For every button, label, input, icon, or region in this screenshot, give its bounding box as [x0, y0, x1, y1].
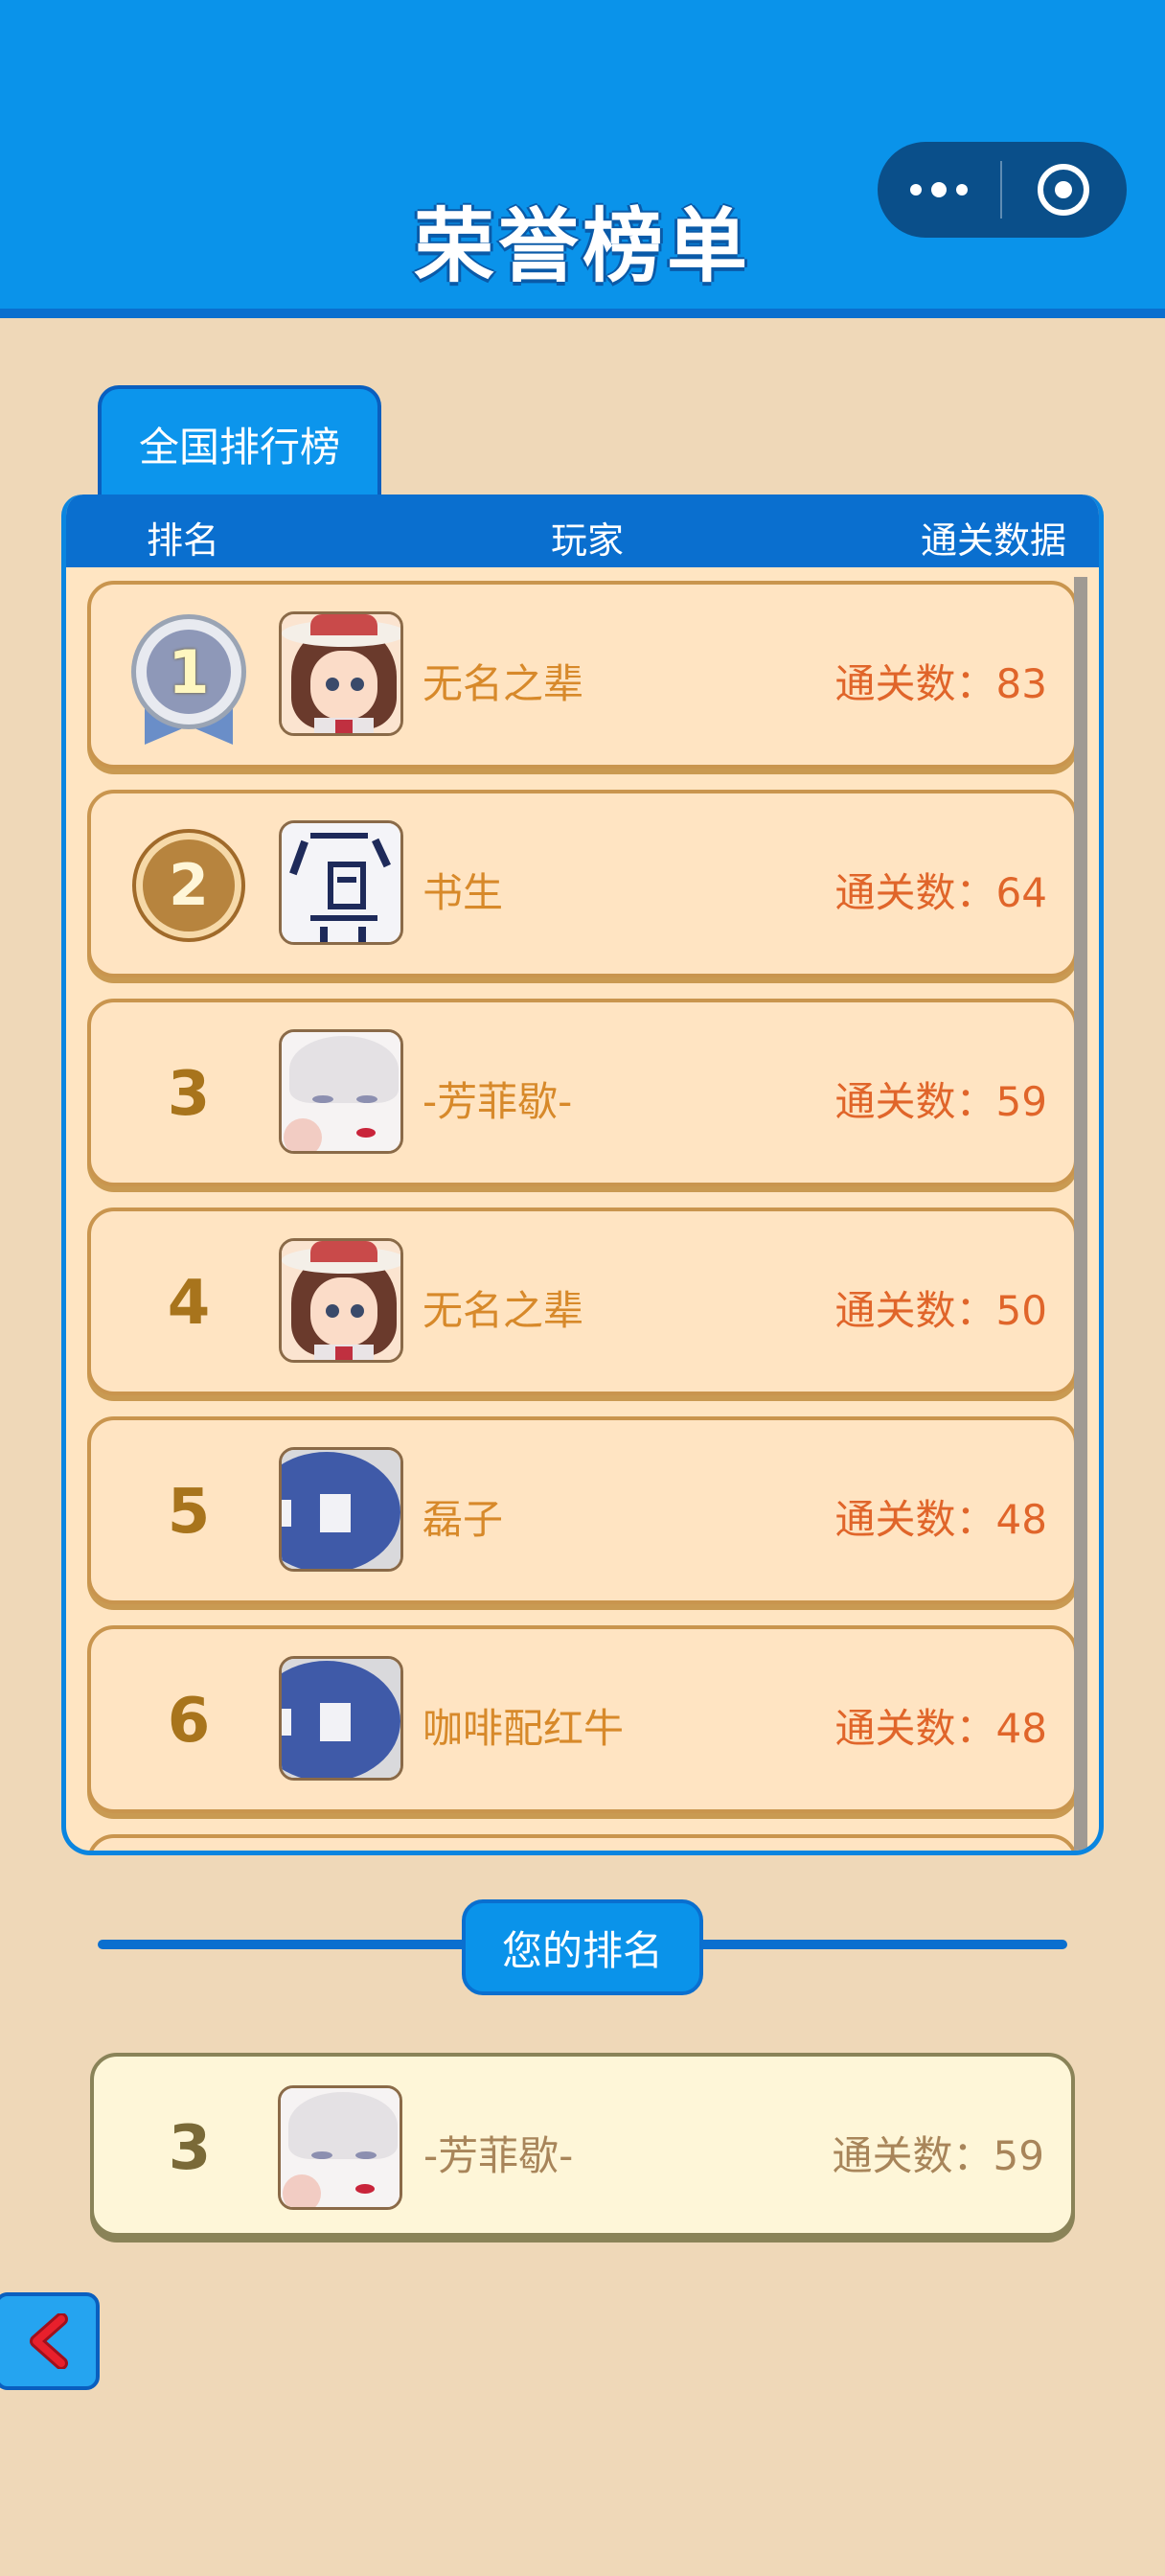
leaderboard-header: 排名 玩家 通关数据 — [66, 494, 1099, 567]
rank-medal: 2 — [131, 828, 246, 943]
player-name: 咖啡配红牛 — [423, 1705, 625, 1752]
avatar — [279, 820, 403, 945]
column-data-header: 通关数据 — [920, 519, 1066, 562]
player-score: 通关数：50 — [834, 1287, 1047, 1334]
more-dots-icon[interactable] — [878, 142, 1000, 238]
miniprogram-capsule — [878, 142, 1127, 238]
avatar — [279, 1447, 403, 1572]
leaderboard-row[interactable]: 3 -芳菲歇- 通关数：59 — [87, 999, 1078, 1186]
player-name: 无名之辈 — [423, 660, 584, 707]
leaderboard-row[interactable] — [87, 1834, 1078, 1851]
scrollbar[interactable] — [1074, 577, 1087, 1851]
player-score: 通关数：59 — [832, 2132, 1044, 2179]
player-name: 磊子 — [423, 1496, 504, 1543]
avatar — [279, 611, 403, 736]
avatar — [279, 1029, 403, 1154]
rank-number: 3 — [168, 2113, 212, 2184]
rank-number: 4 — [167, 1268, 211, 1339]
player-score: 通关数：59 — [834, 1078, 1047, 1125]
leaderboard-row[interactable]: 1 无名之辈 通关数：83 — [87, 581, 1078, 769]
silver-medal-icon: 1 — [131, 614, 246, 745]
tab-national-ranking[interactable]: 全国排行榜 — [98, 385, 381, 498]
rank-medal: 1 — [131, 614, 246, 745]
player-name: 书生 — [423, 869, 504, 916]
player-score: 通关数：64 — [834, 869, 1047, 916]
rank-number: 3 — [167, 1059, 211, 1130]
leaderboard-row[interactable]: 6 咖啡配红牛 通关数：48 — [87, 1625, 1078, 1813]
avatar — [278, 2085, 402, 2210]
your-rank-row: 3 -芳菲歇- 通关数：59 — [90, 2053, 1075, 2237]
your-rank-label: 您的排名 — [462, 1899, 703, 1995]
bronze-medal-icon: 2 — [132, 829, 245, 942]
avatar — [279, 1656, 403, 1781]
player-score: 通关数：48 — [834, 1705, 1047, 1752]
player-score: 通关数：48 — [834, 1496, 1047, 1543]
rank-number: 5 — [167, 1477, 211, 1548]
rank-number: 6 — [167, 1686, 211, 1757]
column-player-header: 玩家 — [551, 519, 625, 562]
leaderboard-row[interactable]: 5 磊子 通关数：48 — [87, 1416, 1078, 1604]
column-rank-header: 排名 — [147, 519, 220, 562]
target-circle-icon[interactable] — [1002, 142, 1125, 238]
leaderboard-panel: 排名 玩家 通关数据 1 无名之辈 通关数：83 2 书生 通关数：64 3 -… — [61, 494, 1104, 1855]
player-name: 无名之辈 — [423, 1287, 584, 1334]
player-score: 通关数：83 — [834, 660, 1047, 707]
back-button[interactable] — [0, 2292, 100, 2390]
chevron-left-icon — [30, 2313, 68, 2369]
leaderboard-row[interactable]: 4 无名之辈 通关数：50 — [87, 1208, 1078, 1395]
avatar — [279, 1238, 403, 1363]
leaderboard-page: 荣誉榜单 全国排行榜 排名 玩家 通关数据 1 无名之辈 通关数：83 2 书生… — [0, 0, 1165, 2576]
leaderboard-row[interactable]: 2 书生 通关数：64 — [87, 790, 1078, 978]
header-bar: 荣誉榜单 — [0, 0, 1165, 318]
player-name: -芳菲歇- — [423, 2132, 574, 2179]
player-name: -芳菲歇- — [423, 1078, 573, 1125]
